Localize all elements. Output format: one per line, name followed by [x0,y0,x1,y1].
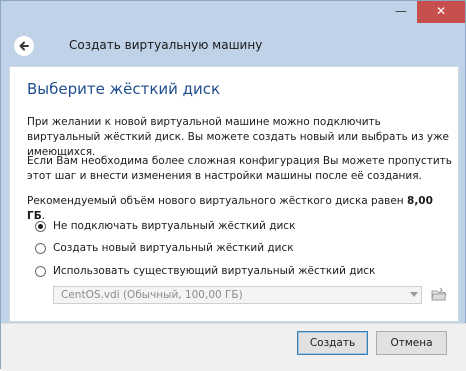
radio-no-disk[interactable] [35,220,46,232]
back-button[interactable] [14,36,34,56]
recommended-size-prefix: Рекомендуемый объём нового виртуального … [27,195,408,207]
option-existing-disk-label: Использовать существующий виртуальный жё… [53,265,376,277]
option-no-disk-label: Не подключать виртуальный жёсткий диск [53,220,296,232]
description-paragraph-2: Если Вам необходима более сложная конфиг… [27,155,452,182]
cancel-button[interactable]: Отмена [376,331,447,355]
radio-existing-disk[interactable] [35,265,46,277]
option-existing-disk[interactable]: Использовать существующий виртуальный жё… [35,263,375,279]
choose-disk-file-button[interactable] [429,286,449,304]
chevron-down-icon [410,292,418,297]
dialog-window: — ✕ Создать виртуальную машину Выберите … [0,0,466,371]
back-arrow-icon [19,41,29,51]
option-no-disk[interactable]: Не подключать виртуальный жёсткий диск [35,218,295,234]
minimize-button[interactable]: — [386,1,416,23]
wizard-header: Создать виртуальную машину [9,31,459,63]
existing-disk-select[interactable]: CentOS.vdi (Обычный, 100,00 ГБ) [53,286,422,304]
folder-icon [431,287,447,301]
radio-create-disk[interactable] [35,242,46,254]
option-create-disk-label: Создать новый виртуальный жёсткий диск [53,242,294,254]
page-title: Выберите жёсткий диск [27,80,221,98]
create-button[interactable]: Создать [297,331,368,355]
existing-disk-select-value: CentOS.vdi (Обычный, 100,00 ГБ) [61,289,243,301]
wizard-title: Создать виртуальную машину [69,38,263,52]
title-bar: — ✕ [1,1,466,27]
option-create-disk[interactable]: Создать новый виртуальный жёсткий диск [35,240,294,256]
close-button[interactable]: ✕ [417,1,465,23]
